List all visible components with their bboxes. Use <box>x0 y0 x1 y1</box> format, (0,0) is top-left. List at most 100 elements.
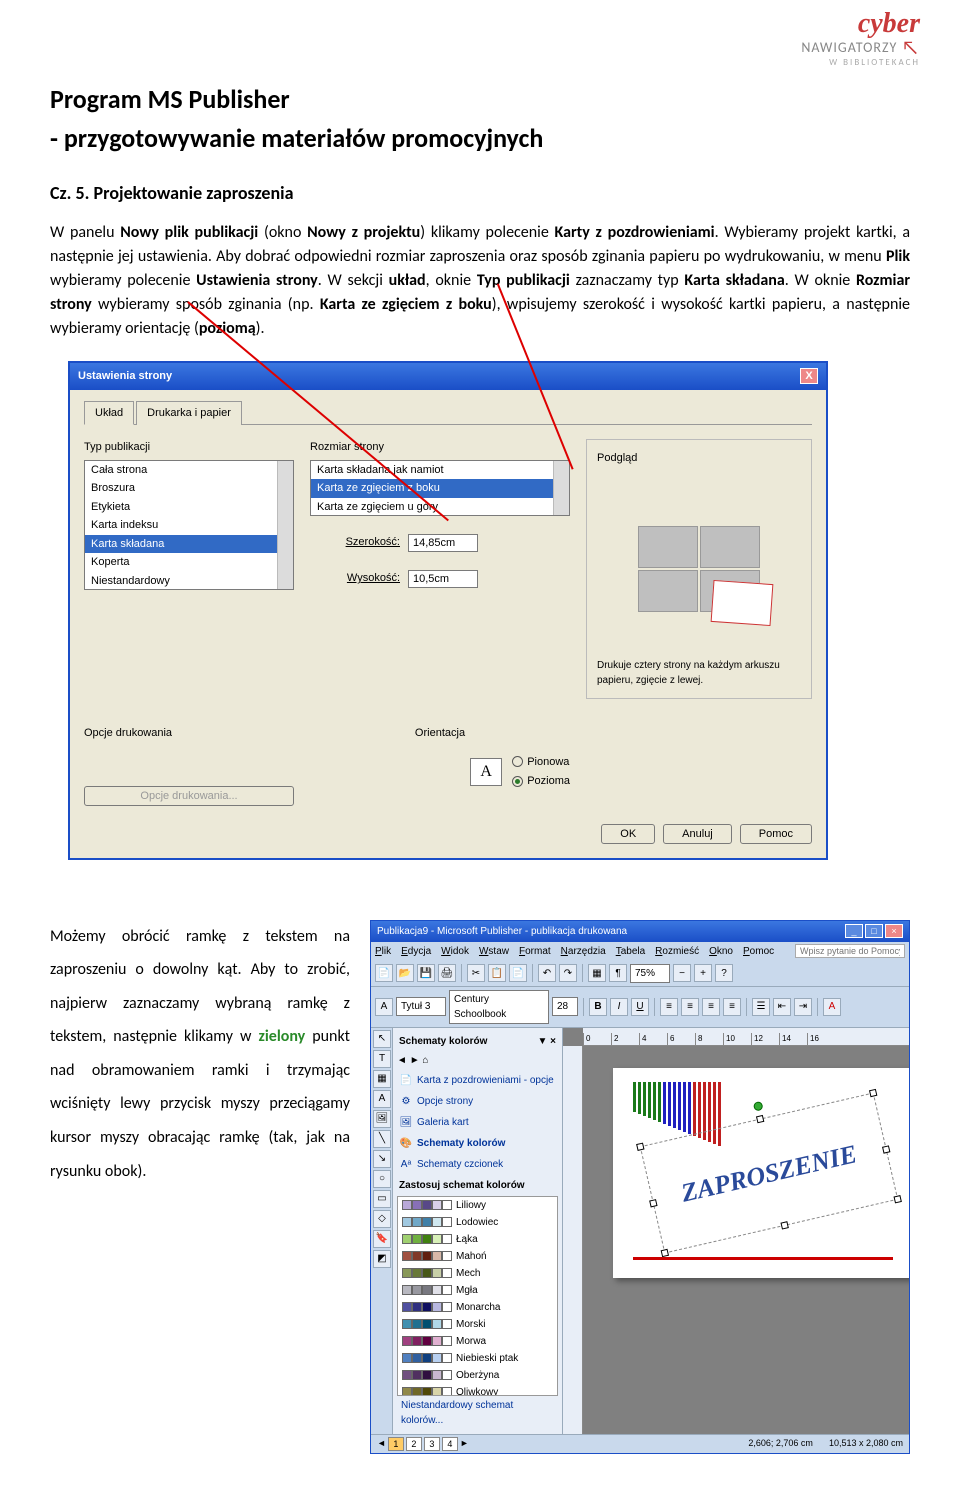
scheme-row[interactable]: Oliwkowy <box>398 1384 557 1396</box>
nav-prev-icon[interactable]: ◄ <box>377 1437 386 1451</box>
list-item[interactable]: Niestandardowy <box>85 572 293 590</box>
canvas-area[interactable]: 0246810121416 <box>563 1028 909 1434</box>
open-icon[interactable]: 📂 <box>396 964 414 982</box>
font-color-icon[interactable]: A <box>823 998 841 1016</box>
scheme-row[interactable]: Niebieski ptak <box>398 1350 557 1367</box>
styles-icon[interactable]: A <box>375 998 393 1016</box>
selection-handle[interactable] <box>636 1142 644 1150</box>
selection-handle[interactable] <box>869 1088 877 1096</box>
scheme-listbox[interactable]: LiliowyLodowiecŁąkaMahońMechMgłaMonarcha… <box>397 1196 558 1396</box>
scheme-row[interactable]: Łąka <box>398 1231 557 1248</box>
pointer-icon[interactable]: ↖ <box>373 1030 391 1048</box>
justify-icon[interactable]: ≡ <box>723 998 741 1016</box>
scheme-row[interactable]: Oberżyna <box>398 1367 557 1384</box>
page-tab[interactable]: 3 <box>424 1437 440 1451</box>
minimize-button[interactable]: _ <box>845 924 863 938</box>
tab-drukarka[interactable]: Drukarka i papier <box>136 401 242 426</box>
help-icon[interactable]: ? <box>715 964 733 982</box>
selection-handle[interactable] <box>661 1248 669 1256</box>
selection-handle[interactable] <box>649 1199 657 1207</box>
nav-back-icon[interactable]: ◄ <box>397 1055 407 1066</box>
scrollbar[interactable] <box>553 461 569 515</box>
custom-scheme-link[interactable]: Niestandardowy schemat kolorów... <box>397 1396 558 1430</box>
scheme-row[interactable]: Morwa <box>398 1333 557 1350</box>
maximize-button[interactable]: □ <box>865 924 883 938</box>
menu-item[interactable]: Pomoc <box>743 944 774 959</box>
tab-uklad[interactable]: Układ <box>84 401 134 426</box>
scheme-row[interactable]: Monarcha <box>398 1299 557 1316</box>
align-right-icon[interactable]: ≡ <box>702 998 720 1016</box>
zoom-in-icon[interactable]: + <box>694 964 712 982</box>
page-tab[interactable]: 1 <box>388 1437 404 1451</box>
scheme-row[interactable]: Lodowiec <box>398 1214 557 1231</box>
cut-icon[interactable]: ✂ <box>467 964 485 982</box>
close-button[interactable]: × <box>885 924 903 938</box>
typ-publikacji-listbox[interactable]: Cała stronaBroszuraEtykietaKarta indeksu… <box>84 460 294 590</box>
undo-icon[interactable]: ↶ <box>538 964 556 982</box>
list-item[interactable]: Broszura <box>85 479 293 498</box>
nav-fwd-icon[interactable]: ► <box>410 1055 420 1066</box>
indent-inc-icon[interactable]: ⇥ <box>794 998 812 1016</box>
selection-handle[interactable] <box>756 1114 764 1122</box>
shapes-icon[interactable]: ◇ <box>373 1210 391 1228</box>
line-icon[interactable]: ╲ <box>373 1130 391 1148</box>
style-combo[interactable]: Tytuł 3 <box>396 997 446 1016</box>
list-item[interactable]: Koperta <box>85 553 293 572</box>
indent-dec-icon[interactable]: ⇤ <box>773 998 791 1016</box>
bold-icon[interactable]: B <box>589 998 607 1016</box>
zoom-out-icon[interactable]: − <box>673 964 691 982</box>
menu-item[interactable]: Okno <box>709 944 733 959</box>
design-icon[interactable]: ◩ <box>373 1250 391 1268</box>
scheme-row[interactable]: Morski <box>398 1316 557 1333</box>
menu-item[interactable]: Wstaw <box>479 944 509 959</box>
copy-icon[interactable]: 📋 <box>488 964 506 982</box>
help-search-input[interactable] <box>795 944 905 958</box>
fontsize-combo[interactable]: 28 <box>552 997 578 1016</box>
align-left-icon[interactable]: ≡ <box>660 998 678 1016</box>
scheme-row[interactable]: Mech <box>398 1265 557 1282</box>
list-item[interactable]: Karta składana jak namiot <box>311 461 569 480</box>
picture-icon[interactable]: 🖼 <box>373 1110 391 1128</box>
pomoc-button[interactable]: Pomoc <box>740 824 812 844</box>
redo-icon[interactable]: ↷ <box>559 964 577 982</box>
szerokosc-input[interactable] <box>408 534 478 552</box>
menu-item[interactable]: Edycja <box>401 944 431 959</box>
list-item[interactable]: Karta ze zgięciem z boku <box>311 479 569 498</box>
task-pane-item[interactable]: 📄Karta z pozdrowieniami - opcje <box>397 1070 558 1091</box>
list-item[interactable]: Karta indeksu <box>85 516 293 535</box>
menu-item[interactable]: Tabela <box>616 944 645 959</box>
selection-handle[interactable] <box>780 1221 788 1229</box>
scrollbar[interactable] <box>277 461 293 589</box>
task-pane-item[interactable]: 🎨Schematy kolorów <box>397 1133 558 1154</box>
bookmark-icon[interactable]: 🔖 <box>373 1230 391 1248</box>
menu-item[interactable]: Plik <box>375 944 391 959</box>
list-item[interactable]: Etykieta <box>85 498 293 517</box>
task-pane-item[interactable]: ⚙Opcje strony <box>397 1091 558 1112</box>
arrow-icon[interactable]: ↘ <box>373 1150 391 1168</box>
menu-item[interactable]: Rozmieść <box>655 944 699 959</box>
dialog-titlebar[interactable]: Ustawienia strony X <box>70 363 826 390</box>
page-tab[interactable]: 2 <box>406 1437 422 1451</box>
list-item[interactable]: Cała strona <box>85 461 293 480</box>
table-icon[interactable]: ▦ <box>373 1070 391 1088</box>
menu-item[interactable]: Narzędzia <box>561 944 606 959</box>
zoom-combo[interactable]: 75% <box>630 964 670 983</box>
scheme-row[interactable]: Mgła <box>398 1282 557 1299</box>
selection-handle[interactable] <box>893 1195 901 1203</box>
italic-icon[interactable]: I <box>610 998 628 1016</box>
radio-pionowa[interactable]: Pionowa <box>512 754 570 771</box>
columns-icon[interactable]: ▦ <box>588 964 606 982</box>
list-item[interactable]: Karta składana <box>85 535 293 554</box>
task-pane-item[interactable]: 🖼Galeria kart <box>397 1112 558 1133</box>
page-navigator[interactable]: ◄ 1234► <box>377 1437 469 1451</box>
nav-next-icon[interactable]: ► <box>460 1437 469 1451</box>
oval-icon[interactable]: ○ <box>373 1170 391 1188</box>
page-tab[interactable]: 4 <box>442 1437 458 1451</box>
textbox-icon[interactable]: T <box>373 1050 391 1068</box>
task-dropdown-icon[interactable]: ▼ × <box>537 1034 556 1049</box>
wordart-icon[interactable]: A <box>373 1090 391 1108</box>
menu-item[interactable]: Format <box>519 944 551 959</box>
paste-icon[interactable]: 📄 <box>509 964 527 982</box>
nav-home-icon[interactable]: ⌂ <box>422 1055 428 1066</box>
underline-icon[interactable]: U <box>631 998 649 1016</box>
